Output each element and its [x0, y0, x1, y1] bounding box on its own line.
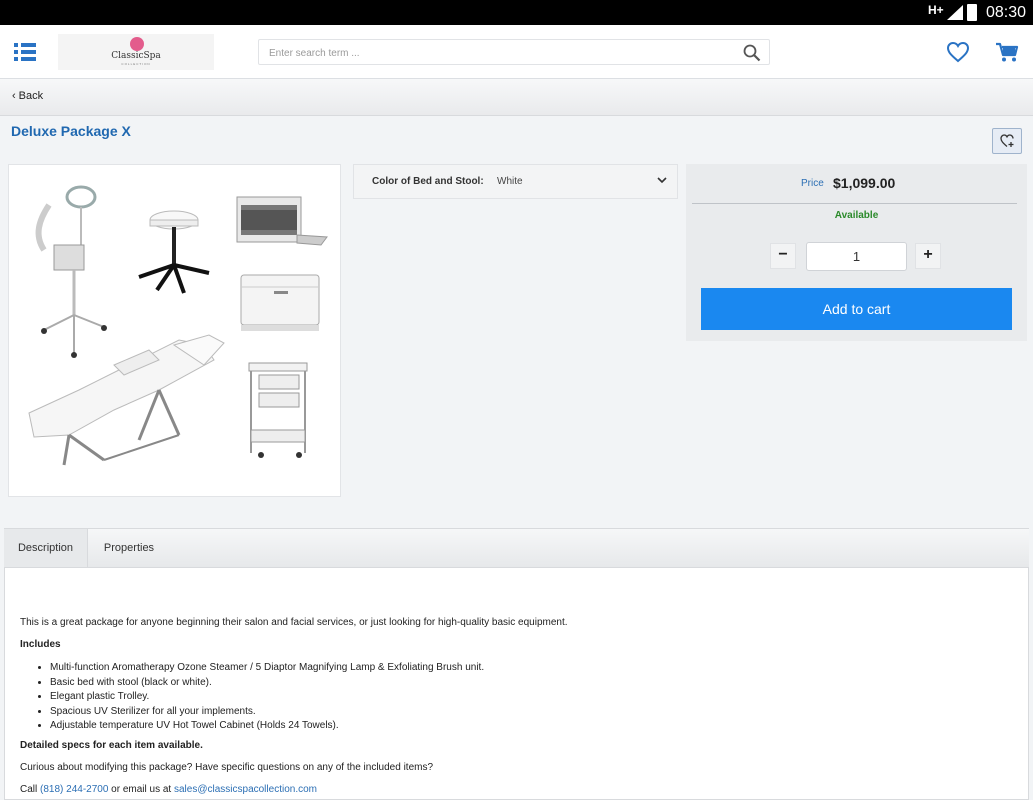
- towel-cabinet-illustration: [240, 274, 320, 331]
- signal-icon: [947, 5, 963, 20]
- list-item: Elegant plastic Trolley.: [50, 690, 484, 705]
- phone-link[interactable]: (818) 244-2700: [40, 784, 108, 795]
- back-button[interactable]: ‹ Back: [12, 90, 43, 102]
- email-link[interactable]: sales@classicspacollection.com: [174, 784, 317, 795]
- option-value: White: [497, 176, 523, 187]
- back-bar: ‹ Back: [0, 79, 1033, 116]
- brand-logo[interactable]: ClassicSpa COLLECTION: [58, 34, 214, 70]
- add-to-cart-button[interactable]: Add to cart: [701, 288, 1012, 330]
- includes-heading: Includes: [20, 639, 61, 650]
- description-panel: This is a great package for anyone begin…: [4, 567, 1029, 800]
- price-divider: [692, 203, 1017, 204]
- curious-text: Curious about modifying this package? Ha…: [20, 762, 434, 773]
- quantity-increase-button[interactable]: +: [915, 243, 941, 269]
- list-item: Multi-function Aromatherapy Ozone Steame…: [50, 661, 484, 676]
- tab-properties[interactable]: Properties: [88, 529, 170, 569]
- search-icon[interactable]: [743, 44, 761, 62]
- search-input[interactable]: [269, 44, 729, 62]
- app-header: ClassicSpa COLLECTION: [0, 25, 1033, 79]
- trolley-illustration: [248, 362, 308, 458]
- price-value: $1,099.00: [833, 175, 896, 191]
- chevron-down-icon: [657, 177, 667, 184]
- heart-plus-icon: [1000, 134, 1014, 147]
- sterilizer-illustration: [236, 196, 328, 246]
- product-image[interactable]: [8, 164, 341, 497]
- quantity-input[interactable]: [806, 242, 907, 271]
- wishlist-heart-icon[interactable]: [946, 41, 970, 63]
- description-intro: This is a great package for anyone begin…: [20, 617, 568, 628]
- email-prefix: or email us at: [108, 784, 174, 795]
- menu-icon[interactable]: [12, 40, 38, 64]
- quantity-decrease-button[interactable]: −: [770, 243, 796, 269]
- steamer-lamp-illustration: [35, 185, 107, 358]
- list-item: Adjustable temperature UV Hot Towel Cabi…: [50, 719, 484, 734]
- bed-color-select[interactable]: Color of Bed and Stool: White: [353, 164, 678, 199]
- network-type: H+: [928, 3, 944, 17]
- availability-status: Available: [834, 210, 879, 221]
- includes-list: Multi-function Aromatherapy Ozone Steame…: [50, 661, 484, 734]
- cart-icon[interactable]: [995, 41, 1019, 63]
- option-label: Color of Bed and Stool:: [372, 176, 484, 187]
- logo-subtitle: COLLECTION: [121, 62, 151, 66]
- product-title: Deluxe Package X: [11, 123, 131, 139]
- price-label: Price: [801, 178, 824, 189]
- list-item: Spacious UV Sterilizer for all your impl…: [50, 705, 484, 720]
- facial-bed-illustration: [28, 334, 225, 466]
- list-item: Basic bed with stool (black or white).: [50, 676, 484, 691]
- chevron-left-icon: ‹: [12, 90, 16, 102]
- product-illustration: [28, 185, 328, 466]
- tab-description[interactable]: Description: [4, 529, 88, 569]
- search-bar: [258, 39, 770, 65]
- logo-emblem: [130, 37, 144, 51]
- back-label: Back: [18, 90, 44, 102]
- specs-note: Detailed specs for each item available.: [20, 740, 203, 751]
- contact-line: Call (818) 244-2700 or email us at sales…: [20, 784, 317, 795]
- clock: 08:30: [986, 4, 1027, 21]
- logo-name: ClassicSpa: [111, 51, 161, 61]
- battery-icon: [967, 4, 977, 21]
- stool-illustration: [138, 210, 210, 294]
- add-to-wishlist-button[interactable]: [992, 128, 1022, 154]
- call-prefix: Call: [20, 784, 41, 795]
- status-bar: H+ 08:30: [0, 0, 1033, 25]
- purchase-panel: Price $1,099.00 Available − + Add to car…: [686, 164, 1027, 341]
- product-tabs: Description Properties: [4, 528, 1029, 569]
